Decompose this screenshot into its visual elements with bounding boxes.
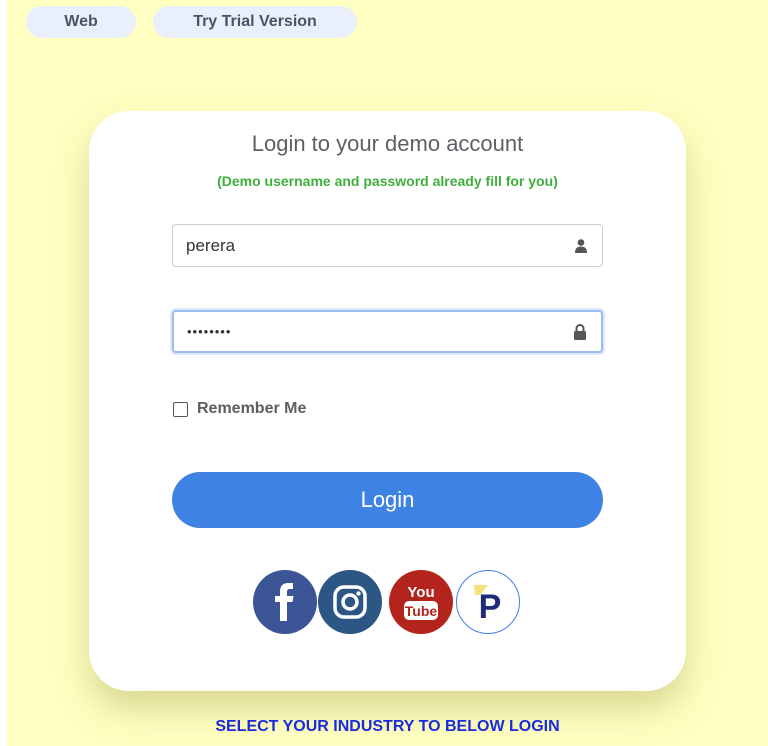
select-industry-link[interactable]: SELECT YOUR INDUSTRY TO BELOW LOGIN xyxy=(0,718,768,736)
demo-credentials-note: (Demo username and password already fill… xyxy=(217,173,558,189)
tab-try-trial-version[interactable]: Try Trial Version xyxy=(153,6,357,38)
tab-web[interactable]: Web xyxy=(26,6,136,38)
left-edge-strip xyxy=(0,0,7,746)
login-card: Login to your demo account (Demo usernam… xyxy=(89,111,686,691)
youtube-icon[interactable]: You Tube xyxy=(389,570,453,634)
brand-letter: P xyxy=(479,588,502,624)
login-button[interactable]: Login xyxy=(172,472,603,528)
youtube-tube-text: Tube xyxy=(405,603,438,619)
lock-icon xyxy=(573,323,587,340)
facebook-icon[interactable] xyxy=(253,570,317,634)
username-field xyxy=(172,224,603,267)
brand-logo-icon[interactable]: P xyxy=(456,570,520,634)
user-icon xyxy=(574,238,588,254)
remember-me-label: Remember Me xyxy=(197,400,307,417)
password-field xyxy=(172,310,603,353)
username-input[interactable] xyxy=(173,225,602,266)
instagram-icon[interactable] xyxy=(318,570,382,634)
remember-me-checkbox[interactable] xyxy=(173,401,188,417)
youtube-you-text: You xyxy=(407,584,434,601)
password-input[interactable] xyxy=(174,312,601,351)
remember-me[interactable]: Remember Me xyxy=(173,400,306,418)
login-title: Login to your demo account xyxy=(251,131,524,156)
